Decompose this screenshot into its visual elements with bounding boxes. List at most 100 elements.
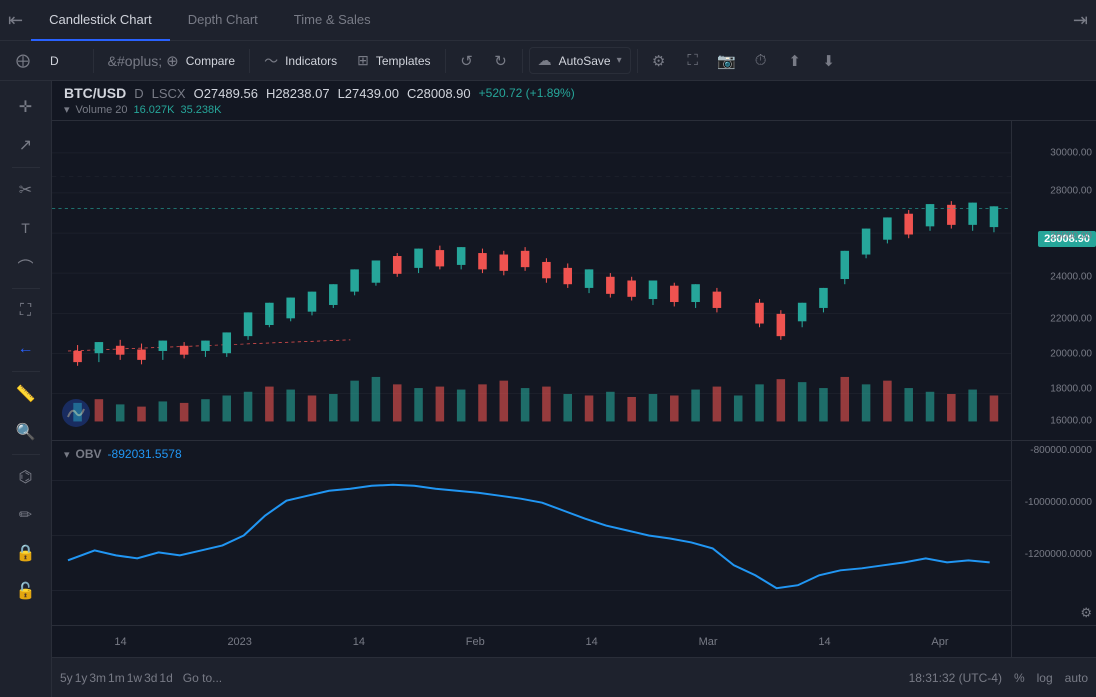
time-label-7: 14	[818, 636, 830, 648]
tool-separator-4	[12, 454, 40, 455]
collapse-right-icon[interactable]: ⇥	[1073, 10, 1088, 31]
tool-separator-1	[12, 167, 40, 168]
close-value: C28008.90	[407, 86, 471, 101]
pencil-tool[interactable]: ✏	[8, 497, 44, 533]
candle-chart-svg	[52, 121, 1011, 440]
time-label-3: 14	[353, 636, 365, 648]
obv-level-1: -800000.0000	[1016, 445, 1092, 456]
period-1m[interactable]: 1m	[108, 671, 125, 685]
volume-collapse[interactable]: ▾	[64, 103, 70, 116]
clock-time: 18:31:32 (UTC-4)	[909, 671, 1002, 685]
auto-btn[interactable]: auto	[1065, 671, 1088, 685]
period-5y[interactable]: 5y	[60, 671, 73, 685]
tool-separator-2	[12, 288, 40, 289]
left-sidebar: ✛ ↗ ✂ T ⌒ ⛶ ← 📏 🔍 ⌬ ✏ 🔒 🔓	[0, 81, 52, 697]
text-tool[interactable]: T	[8, 210, 44, 246]
time-label-6: Mar	[699, 636, 718, 648]
high-value: H28238.07	[266, 86, 330, 101]
path-tool[interactable]: ⌒	[8, 248, 44, 284]
compare-btn[interactable]: &#oplus; ⊕ Compare	[100, 48, 243, 74]
tab-candlestick[interactable]: Candlestick Chart	[31, 0, 170, 41]
obv-axis: -800000.0000 -1000000.0000 -1200000.0000…	[1011, 441, 1096, 625]
chart-and-axes: BTC/USD D LSCX O27489.56 H28238.07 L2743…	[52, 81, 1096, 697]
separator-2	[249, 49, 250, 73]
timeframe-label: D	[134, 86, 143, 101]
pair-name: BTC/USD	[64, 85, 126, 101]
fullscreen-btn[interactable]: ⛶	[678, 46, 708, 76]
time-label-2: 2023	[227, 636, 251, 648]
obv-settings-icon[interactable]: ⚙	[1080, 605, 1092, 621]
magnet-tool[interactable]: ⌬	[8, 459, 44, 495]
undo-btn[interactable]: ↺	[452, 46, 482, 76]
obv-collapse[interactable]: ▾	[64, 448, 70, 461]
percent-btn[interactable]: %	[1014, 671, 1025, 685]
time-axis-spacer	[1011, 626, 1096, 657]
tab-depth[interactable]: Depth Chart	[170, 0, 276, 41]
ruler-tool[interactable]: 📏	[8, 376, 44, 412]
obv-panel: ▾ OBV -892031.5578 -800000.0000 -1000000…	[52, 440, 1096, 625]
logo-watermark	[60, 397, 92, 432]
camera-btn[interactable]: 📷	[712, 46, 742, 76]
bottom-right-info: 18:31:32 (UTC-4) % log auto	[909, 671, 1088, 685]
arrow-tool[interactable]: ←	[8, 331, 44, 367]
autosave-btn[interactable]: ☁ AutoSave ▾	[529, 47, 631, 74]
time-label-4: Feb	[466, 636, 485, 648]
period-3d[interactable]: 3d	[144, 671, 157, 685]
period-buttons: 5y 1y 3m 1m 1w 3d 1d Go to...	[60, 671, 905, 685]
redo-btn[interactable]: ↻	[486, 46, 516, 76]
obv-svg	[52, 441, 1011, 625]
info-row1: BTC/USD D LSCX O27489.56 H28238.07 L2743…	[64, 85, 1084, 101]
timeframe-btn[interactable]: D	[42, 50, 67, 72]
separator-4	[522, 49, 523, 73]
zoom-tool[interactable]: 🔍	[8, 414, 44, 450]
timer-btn[interactable]: ⏱	[746, 46, 776, 76]
candle-row: 28008.90 30000.00 28000.00 26000.00 2400…	[52, 121, 1096, 440]
time-label-1: 14	[114, 636, 126, 648]
exchange-label: LSCX	[152, 86, 186, 101]
fib-tool[interactable]: ✂	[8, 172, 44, 208]
indicators-btn[interactable]: 〜 Indicators	[256, 47, 345, 75]
period-1w[interactable]: 1w	[127, 671, 142, 685]
volume-val1: 16.027K	[134, 104, 175, 116]
settings-btn[interactable]: ⚙	[644, 46, 674, 76]
pattern-tool[interactable]: ⛶	[8, 293, 44, 329]
separator-1	[93, 49, 94, 73]
obv-level-2: -1000000.0000	[1016, 497, 1092, 508]
crosshair-tool[interactable]: ✛	[8, 89, 44, 125]
main-area: ✛ ↗ ✂ T ⌒ ⛶ ← 📏 🔍 ⌬ ✏ 🔒 🔓 BTC/USD D LSCX…	[0, 81, 1096, 697]
log-btn[interactable]: log	[1037, 671, 1053, 685]
publish-btn[interactable]: ⬆	[780, 46, 810, 76]
download-btn[interactable]: ⬇	[814, 46, 844, 76]
obv-level-3: -1200000.0000	[1016, 549, 1092, 560]
time-label-5: 14	[586, 636, 598, 648]
separator-5	[637, 49, 638, 73]
plus-icon: &#oplus;	[108, 53, 162, 69]
change-value: +520.72 (+1.89%)	[479, 86, 575, 100]
obv-chart-area[interactable]: ▾ OBV -892031.5578	[52, 441, 1011, 625]
candle-chart-area[interactable]	[52, 121, 1011, 440]
crosshair-tool-btn[interactable]: ⨁	[8, 48, 38, 73]
candle-type-btn[interactable]: 𝔺	[71, 47, 87, 74]
unlock-tool[interactable]: 🔓	[8, 573, 44, 609]
lock-tool[interactable]: 🔒	[8, 535, 44, 571]
trendline-tool[interactable]: ↗	[8, 127, 44, 163]
period-1d[interactable]: 1d	[159, 671, 172, 685]
tool-separator-3	[12, 371, 40, 372]
goto-btn[interactable]: Go to...	[183, 671, 222, 685]
collapse-left-icon[interactable]: ⇤	[8, 10, 31, 31]
period-1y[interactable]: 1y	[75, 671, 88, 685]
price-label-26000: 26000.00	[1050, 230, 1092, 241]
open-value: O27489.56	[194, 86, 258, 101]
price-label-22000: 22000.00	[1050, 313, 1092, 324]
templates-btn[interactable]: ⊞ Templates	[349, 48, 438, 73]
bottom-controls-bar: 5y 1y 3m 1m 1w 3d 1d Go to... 18:31:32 (…	[52, 657, 1096, 697]
tab-time-sales[interactable]: Time & Sales	[276, 0, 389, 41]
time-labels-container: 14 2023 14 Feb 14 Mar 14 Apr	[52, 626, 1011, 657]
time-axis-bar: 14 2023 14 Feb 14 Mar 14 Apr	[52, 625, 1096, 657]
low-value: L27439.00	[338, 86, 399, 101]
period-3m[interactable]: 3m	[89, 671, 106, 685]
volume-label: Volume 20	[76, 104, 128, 116]
info-bar: BTC/USD D LSCX O27489.56 H28238.07 L2743…	[52, 81, 1096, 121]
price-label-28000: 28000.00	[1050, 186, 1092, 197]
time-label-8: Apr	[931, 636, 948, 648]
